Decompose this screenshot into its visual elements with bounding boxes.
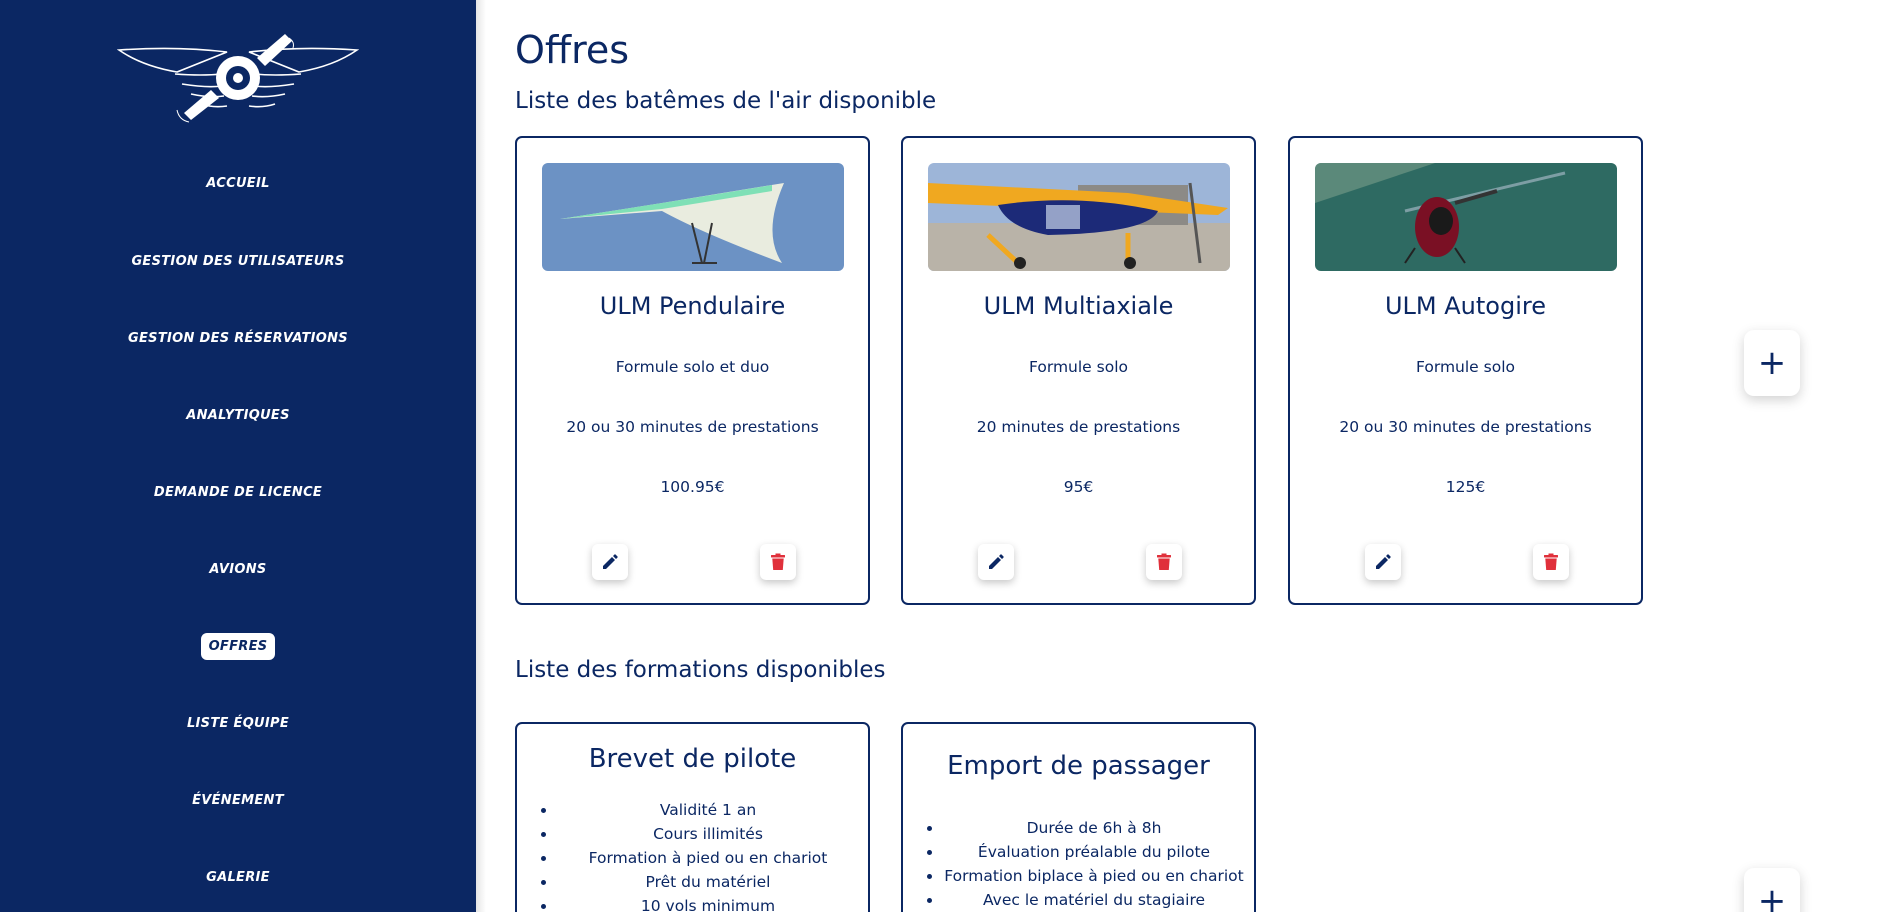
offer-prix: 95€ xyxy=(1063,478,1094,496)
list-item: Prêt du matériel xyxy=(539,870,859,894)
formation-features: Validité 1 an Cours illimités Formation … xyxy=(539,798,859,912)
list-item: Formation biplace à pied ou en chariot xyxy=(925,864,1245,888)
sidebar-item-demande-licence[interactable]: DEMANDE DE LICENCE xyxy=(0,479,476,506)
sidebar-item-analytiques[interactable]: ANALYTIQUES xyxy=(0,402,476,429)
plus-icon: + xyxy=(1757,881,1787,912)
offer-card: ULM Pendulaire Formule solo et duo 20 ou… xyxy=(515,136,870,605)
sidebar-item-galerie[interactable]: GALERIE xyxy=(0,864,476,891)
pencil-icon xyxy=(989,554,1004,569)
sidebar-item-label: GESTION DES RÉSERVATIONS xyxy=(128,331,348,346)
list-item: Durée de 6h à 8h xyxy=(925,816,1245,840)
list-item: Cours illimités xyxy=(539,822,859,846)
sidebar-item-label: GESTION DES UTILISATEURS xyxy=(131,254,345,269)
offer-formule: Formule solo et duo xyxy=(615,358,770,376)
offer-title: ULM Multiaxiale xyxy=(983,292,1174,320)
trash-icon xyxy=(1157,553,1171,570)
sidebar: ACCUEIL GESTION DES UTILISATEURS GESTION… xyxy=(0,0,476,912)
delete-button[interactable] xyxy=(760,544,796,580)
trash-icon xyxy=(771,553,785,570)
edit-button[interactable] xyxy=(592,544,628,580)
add-bapteme-button[interactable]: + xyxy=(1744,330,1800,396)
trash-icon xyxy=(1544,553,1558,570)
sidebar-item-evenement[interactable]: ÉVÉNEMENT xyxy=(0,787,476,814)
pencil-icon xyxy=(603,554,618,569)
offer-title: ULM Pendulaire xyxy=(599,292,786,320)
formation-card: Brevet de pilote Validité 1 an Cours ill… xyxy=(515,722,870,912)
sidebar-item-label: ANALYTIQUES xyxy=(186,408,290,423)
plus-icon: + xyxy=(1757,343,1787,383)
delete-button[interactable] xyxy=(1146,544,1182,580)
offer-photo-yellow-plane xyxy=(928,163,1230,271)
formation-card: Emport de passager Durée de 6h à 8h Éval… xyxy=(901,722,1256,912)
formation-title: Brevet de pilote xyxy=(588,744,797,774)
sidebar-item-accueil[interactable]: ACCUEIL xyxy=(0,170,476,197)
formation-features: Durée de 6h à 8h Évaluation préalable du… xyxy=(925,816,1245,912)
edit-button[interactable] xyxy=(1365,544,1401,580)
offer-duree: 20 ou 30 minutes de prestations xyxy=(566,418,819,436)
sidebar-item-label: ÉVÉNEMENT xyxy=(192,793,284,808)
delete-button[interactable] xyxy=(1533,544,1569,580)
sidebar-item-label: ACCUEIL xyxy=(206,176,270,191)
offer-formule: Formule solo xyxy=(1029,358,1128,376)
offer-photo-hang-glider xyxy=(542,163,844,271)
sidebar-item-avions[interactable]: AVIONS xyxy=(0,556,476,583)
list-item: Validité 1 an xyxy=(539,798,859,822)
offer-duree: 20 minutes de prestations xyxy=(976,418,1181,436)
winged-propeller-logo[interactable] xyxy=(116,32,360,124)
sidebar-item-liste-equipe[interactable]: LISTE ÉQUIPE xyxy=(0,710,476,737)
offer-card: ULM Autogire Formule solo 20 ou 30 minut… xyxy=(1288,136,1643,605)
page-title: Offres xyxy=(515,28,630,72)
formation-title: Emport de passager xyxy=(947,751,1210,781)
sidebar-item-label: OFFRES xyxy=(200,633,276,660)
offer-photo-gyrocopter xyxy=(1315,163,1617,271)
sidebar-item-label: LISTE ÉQUIPE xyxy=(186,716,290,731)
offer-prix: 100.95€ xyxy=(660,478,725,496)
list-item: Évaluation préalable du pilote xyxy=(925,840,1245,864)
list-item: Avec le matériel du stagiaire xyxy=(925,888,1245,912)
pencil-icon xyxy=(1376,554,1391,569)
offer-prix: 125€ xyxy=(1445,478,1486,496)
sidebar-shadow xyxy=(476,0,486,912)
sidebar-item-offres[interactable]: OFFRES xyxy=(0,633,476,660)
offer-formule: Formule solo xyxy=(1416,358,1515,376)
sidebar-item-gestion-utilisateurs[interactable]: GESTION DES UTILISATEURS xyxy=(0,248,476,275)
offer-duree: 20 ou 30 minutes de prestations xyxy=(1339,418,1592,436)
section-heading-formations: Liste des formations disponibles xyxy=(515,657,886,683)
sidebar-item-label: DEMANDE DE LICENCE xyxy=(153,485,323,500)
add-formation-button[interactable]: + xyxy=(1744,868,1800,912)
sidebar-item-label: AVIONS xyxy=(209,562,267,577)
section-heading-baptemes: Liste des batêmes de l'air disponible xyxy=(515,88,937,114)
sidebar-item-gestion-reservations[interactable]: GESTION DES RÉSERVATIONS xyxy=(0,325,476,352)
edit-button[interactable] xyxy=(978,544,1014,580)
list-item: 10 vols minimum xyxy=(539,894,859,912)
list-item: Formation à pied ou en chariot xyxy=(539,846,859,870)
offer-card: ULM Multiaxiale Formule solo 20 minutes … xyxy=(901,136,1256,605)
sidebar-item-label: GALERIE xyxy=(206,870,270,885)
offer-title: ULM Autogire xyxy=(1384,292,1546,320)
